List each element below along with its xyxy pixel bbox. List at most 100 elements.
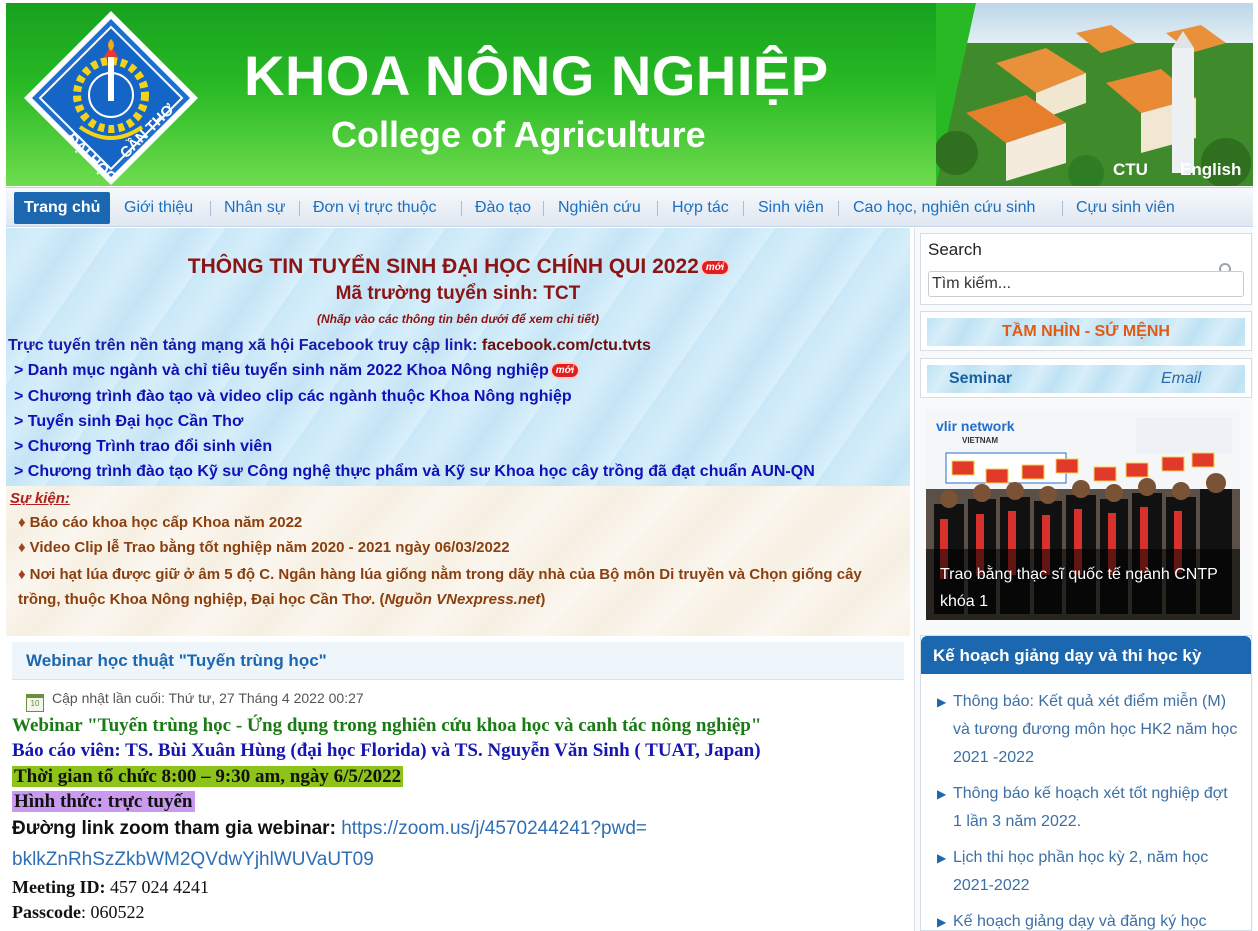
schedule-title: Kế hoạch giảng dạy và thi học kỳ [933,646,1202,665]
admission-link-ctu[interactable]: > Tuyển sinh Đại học Cần Thơ [14,413,243,431]
main-content: THÔNG TIN TUYỂN SINH ĐẠI HỌC CHÍNH QUI 2… [6,228,910,931]
passcode-label: Passcode [12,902,81,922]
article-time-text: Thời gian tổ chức 8:00 – 9:30 am, ngày 6… [12,766,404,787]
admission-title[interactable]: THÔNG TIN TUYỂN SINH ĐẠI HỌC CHÍNH QUI 2… [6,255,910,279]
nav-item-about[interactable]: Giới thiệu [114,192,203,224]
article-updated-text: Cập nhật lần cuối: Thứ tư, 27 Tháng 4 20… [52,690,364,706]
admission-link-programs[interactable]: > Chương trình đào tạo và video clip các… [14,388,572,406]
event-item[interactable]: ♦ Báo cáo khoa học cấp Khoa năm 2022 [18,514,302,531]
school-code: Mã trường tuyển sinh: TCT [335,283,581,304]
calendar-icon: 10 [26,694,44,712]
caret-right-icon: ▶ [937,695,947,709]
events-heading: Sự kiện: [10,490,70,507]
event-item-text[interactable]: Báo cáo khoa học cấp Khoa năm 2022 [30,514,303,531]
search-label: Search [928,240,982,259]
article-title[interactable]: Webinar học thuật "Tuyến trùng học" [26,651,327,671]
admission-note: (Nhấp vào các thông tin bên dưới để xem … [317,312,599,326]
event-source[interactable]: Nguồn VNexpress.net [384,591,540,608]
zoom-line: Đường link zoom tham gia webinar: https:… [12,818,647,840]
search-input[interactable] [928,271,1244,297]
schedule-item-text[interactable]: Lịch thi học phần học kỳ 2, năm học 2021… [939,844,1239,900]
meeting-id: Meeting ID: 457 024 4241 [12,877,209,898]
schedule-item-text[interactable]: Kế hoạch giảng dạy và đăng ký học [939,908,1239,930]
facebook-line: Trực tuyến trên nền tảng mạng xã hội Fac… [8,337,651,355]
facebook-text: Trực tuyến trên nền tảng mạng xã hội Fac… [8,337,482,354]
nav-item-units[interactable]: Đơn vị trực thuộc [303,192,446,224]
schedule-box: Kế hoạch giảng dạy và thi học kỳ ▶ Thông… [920,635,1252,931]
admission-title-text[interactable]: THÔNG TIN TUYỂN SINH ĐẠI HỌC CHÍNH QUI 2… [188,255,699,278]
event-item-end: ) [540,591,546,608]
sidebar: Search TẦM NHÌN - SỨ MỆNH Seminar Email … [914,228,1253,931]
nav-item-cooperation[interactable]: Hợp tác [662,192,739,224]
ctu-logo[interactable]: ĐẠI HỌC CẦN THƠ [22,9,200,186]
nav-separator [543,201,544,216]
schedule-item[interactable]: ▶ Kế hoạch giảng dạy và đăng ký học [937,908,1239,930]
nav-separator [657,201,658,216]
diamond-icon: ♦ [18,566,26,583]
caret-right-icon: ▶ [937,915,947,929]
events-panel: Sự kiện: ♦ Báo cáo khoa học cấp Khoa năm … [6,486,910,636]
admission-link-majors[interactable]: > Danh mục ngành và chỉ tiêu tuyển sinh … [14,362,579,380]
photo-network-text: vlir network [936,418,1015,434]
zoom-link-continued[interactable]: bklkZnRhSzZkbWM2QVdwYjhlWUVaUT09 [12,849,374,871]
admission-link-aun-qa[interactable]: > Chương trình đào tạo Kỹ sư Công nghệ t… [14,463,815,481]
page: ĐẠI HỌC CẦN THƠ KHOA NÔNG NGHIỆP College… [0,0,1258,931]
schedule-item[interactable]: ▶ Thông báo: Kết quả xét điểm miễn (M) v… [937,688,1239,772]
nav-item-graduate[interactable]: Cao học, nghiên cứu sinh [843,192,1045,224]
schedule-item-text[interactable]: Thông báo kế hoạch xét tốt nghiệp đợt 1 … [939,780,1239,836]
schedule-item[interactable]: ▶ Thông báo kế hoạch xét tốt nghiệp đợt … [937,780,1239,836]
seminar-box: Seminar Email [920,358,1252,398]
schedule-item-text[interactable]: Thông báo: Kết quả xét điểm miễn (M) và … [939,688,1239,772]
meeting-id-label: Meeting ID: [12,877,106,897]
graduation-photo[interactable]: vlir network VIETNAM Trao bằng thạc sĩ q… [926,409,1240,620]
admission-link-exchange[interactable]: > Chương Trình trao đổi sinh viên [14,438,272,456]
article: Webinar học thuật "Tuyến trùng học" 10 Cậ… [6,636,910,931]
nav-item-staff[interactable]: Nhân sự [214,192,295,224]
seminar-ribbon: Seminar Email [927,365,1245,393]
article-format: Hình thức: trực tuyến [12,791,195,813]
schedule-item[interactable]: ▶ Lịch thi học phần học kỳ 2, năm học 20… [937,844,1239,900]
vision-mission-link[interactable]: TẦM NHÌN - SỨ MỆNH [927,323,1245,341]
nav-item-home[interactable]: Trang chủ [14,192,111,224]
meeting-id-value: 457 024 4241 [105,877,209,897]
nav-item-training[interactable]: Đào tạo [465,192,541,224]
vision-ribbon: TẦM NHÌN - SỨ MỆNH [927,318,1245,346]
caret-right-icon: ▶ [937,787,947,801]
nav-item-research[interactable]: Nghiên cứu [548,192,651,224]
seminar-link[interactable]: Seminar [949,370,1012,388]
passcode: Passcode: 060522 [12,902,145,923]
email-link[interactable]: Email [1161,370,1201,388]
site-title: KHOA NÔNG NGHIỆP [244,44,829,107]
zoom-label: Đường link zoom tham gia webinar: [12,818,342,839]
schedule-header: Kế hoạch giảng dạy và thi học kỳ [921,636,1251,674]
search-box: Search [920,233,1252,305]
article-speakers: Báo cáo viên: TS. Bùi Xuân Hùng (đại học… [12,740,761,761]
nav-separator [299,201,300,216]
admission-panel: THÔNG TIN TUYỂN SINH ĐẠI HỌC CHÍNH QUI 2… [6,228,910,486]
facebook-link[interactable]: facebook.com/ctu.tvts [482,337,651,354]
main-nav: Trang chủ Giới thiệu Nhân sự Đơn vị trực… [6,187,1253,227]
photo-caption[interactable]: Trao bằng thạc sĩ quốc tế ngành CNTP khó… [940,561,1230,615]
nav-separator [461,201,462,216]
article-format-text: Hình thức: trực tuyến [12,791,195,812]
new-badge: mới [701,260,729,274]
event-item-rice-bank[interactable]: ♦ Nơi hạt lúa được giữ ở âm 5 độ C. Ngân … [6,562,906,612]
header-banner: ĐẠI HỌC CẦN THƠ KHOA NÔNG NGHIỆP College… [6,3,1253,186]
nav-separator [1062,201,1063,216]
event-item[interactable]: ♦ Video Clip lễ Trao bằng tốt nghiệp năm … [18,539,510,556]
nav-item-students[interactable]: Sinh viên [748,192,834,224]
ctu-link[interactable]: CTU [1113,160,1148,180]
new-badge: mới [551,364,579,378]
english-link[interactable]: English [1180,160,1241,180]
nav-separator [210,201,211,216]
nav-separator [743,201,744,216]
admission-link-majors-text[interactable]: > Danh mục ngành và chỉ tiêu tuyển sinh … [14,362,549,379]
vision-box[interactable]: TẦM NHÌN - SỨ MỆNH [920,311,1252,351]
article-updated: 10 Cập nhật lần cuối: Thứ tư, 27 Tháng 4 … [26,690,364,712]
photo-country-text: VIETNAM [962,436,998,445]
event-item-text[interactable]: Video Clip lễ Trao bằng tốt nghiệp năm 2… [30,539,510,556]
article-header: Webinar học thuật "Tuyến trùng học" [12,642,904,680]
nav-item-alumni[interactable]: Cựu sinh viên [1066,192,1185,224]
zoom-link[interactable]: https://zoom.us/j/4570244241?pwd= [341,818,647,839]
article-time: Thời gian tổ chức 8:00 – 9:30 am, ngày 6… [12,766,404,788]
